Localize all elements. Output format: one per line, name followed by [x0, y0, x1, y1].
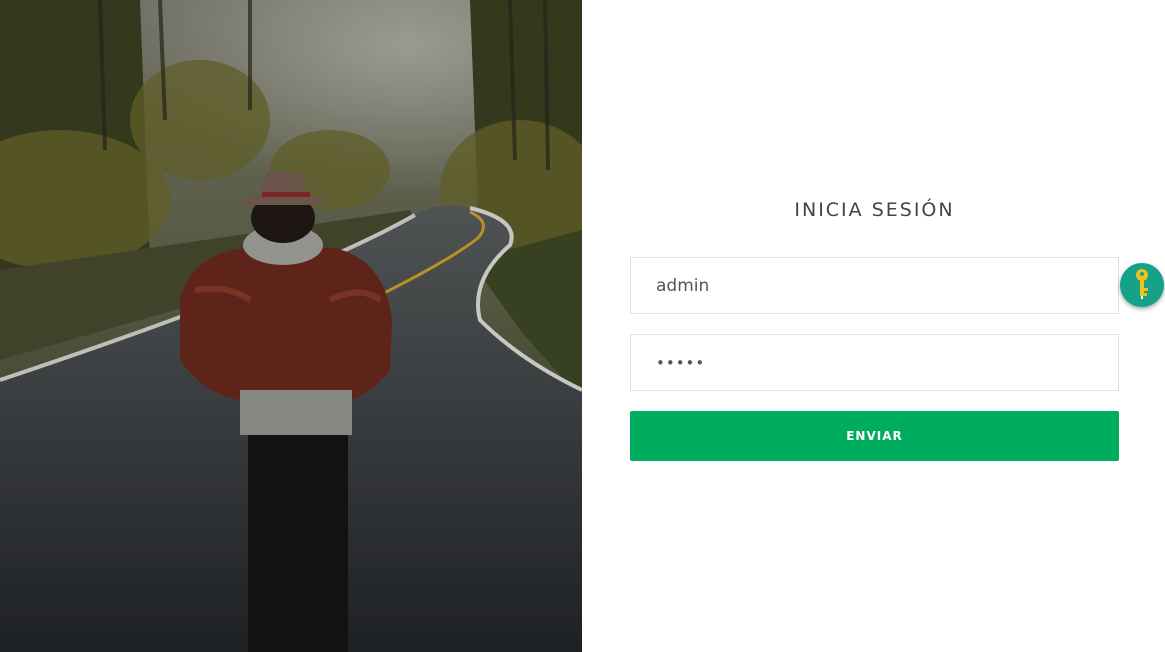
hero-image: [0, 0, 582, 652]
submit-button[interactable]: ENVIAR: [630, 411, 1119, 461]
password-manager-button[interactable]: [1120, 263, 1164, 307]
username-input[interactable]: [630, 257, 1119, 314]
page-title: INICIA SESIÓN: [794, 199, 955, 221]
forest-road-photo: [0, 0, 582, 652]
password-input[interactable]: [630, 334, 1119, 391]
login-panel: INICIA SESIÓN ENVIAR: [582, 0, 1165, 652]
key-icon: [1136, 269, 1148, 299]
